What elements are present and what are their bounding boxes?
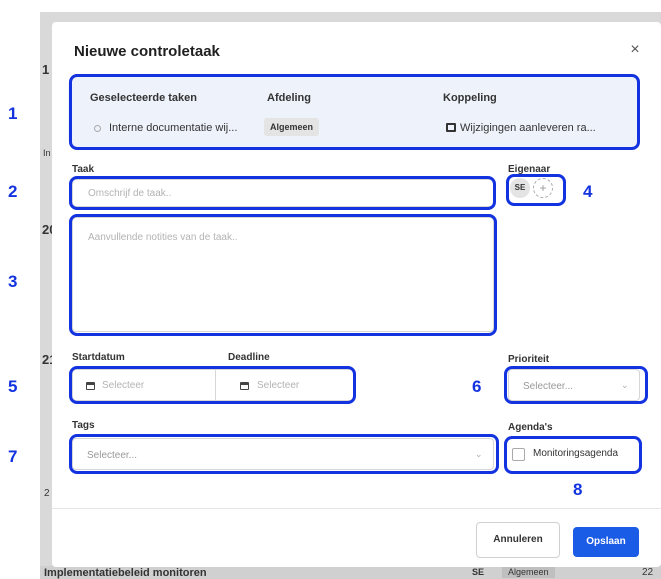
link-value: Wijzigingen aanleveren ra... [460, 122, 596, 134]
bg-row-initials: SE [472, 567, 485, 577]
footer-divider [52, 508, 661, 509]
annotation-number-7: 7 [8, 447, 18, 466]
chevron-down-icon: ⌄ [475, 449, 483, 459]
annotation-number-4: 4 [583, 182, 593, 201]
department-label: Afdeling [267, 92, 311, 104]
start-date-input[interactable]: Selecteer [102, 380, 144, 391]
owner-label: Eigenaar [508, 164, 551, 175]
selected-task-value: Interne documentatie wij... [109, 122, 238, 134]
calendar-icon [86, 382, 95, 390]
bg-fragment: In [43, 148, 51, 158]
bg-row-chip: Algemeen [502, 566, 555, 578]
link-label: Koppeling [443, 92, 497, 104]
background-footer-row: Implementatiebeleid monitoren SE Algemee… [40, 566, 661, 579]
notes-placeholder: Aanvullende notities van de taak.. [88, 232, 238, 243]
start-date-label: Startdatum [72, 352, 125, 363]
annotation-number-1: 1 [8, 104, 18, 123]
tags-label: Tags [72, 420, 95, 431]
agendas-label: Agenda's [508, 422, 553, 433]
priority-placeholder: Selecteer... [523, 381, 574, 392]
annotation-number-2: 2 [8, 182, 18, 201]
selection-info-panel: Geselecteerde taken Interne documentatie… [68, 76, 639, 148]
task-input[interactable]: Omschrijf de taak.. [72, 179, 494, 207]
bg-row-title: Implementatiebeleid monitoren [44, 567, 207, 579]
owner-avatar[interactable]: SE [510, 178, 530, 198]
priority-label: Prioriteit [508, 354, 550, 365]
deadline-input[interactable]: Selecteer [257, 380, 299, 391]
bg-row-number: 22 [642, 567, 654, 578]
priority-select[interactable]: Selecteer... ⌄ [508, 369, 640, 401]
monitoring-agenda-label: Monitoringsagenda [533, 448, 619, 459]
deadline-label: Deadline [228, 352, 270, 363]
add-owner-icon[interactable]: + [533, 178, 553, 198]
tags-select[interactable]: Selecteer... ⌄ [72, 438, 494, 470]
department-chip: Algemeen [264, 118, 320, 136]
chevron-down-icon: ⌄ [621, 380, 629, 390]
selected-tasks-label: Geselecteerde taken [90, 92, 198, 104]
save-button[interactable]: Opslaan [573, 527, 639, 557]
new-control-task-modal: Nieuwe controletaak × Geselecteerde take… [52, 22, 661, 567]
bg-fragment: 2 [44, 488, 50, 499]
modal-title: Nieuwe controletaak [74, 43, 220, 60]
annotation-number-5: 5 [8, 377, 18, 396]
bg-fragment: 1 [42, 62, 50, 77]
inbox-icon [446, 123, 456, 132]
annotation-number-6: 6 [472, 377, 482, 396]
tags-placeholder: Selecteer... [87, 450, 138, 461]
cancel-button[interactable]: Annuleren [476, 522, 560, 558]
task-placeholder: Omschrijf de taak.. [88, 188, 172, 199]
annotation-number-8: 8 [573, 480, 583, 499]
selected-task-item: Interne documentatie wij... [94, 122, 237, 134]
monitoring-agenda-checkbox[interactable] [512, 448, 525, 461]
task-status-icon [94, 124, 101, 132]
annotation-number-3: 3 [8, 272, 18, 291]
task-label: Taak [72, 164, 95, 175]
date-divider [215, 370, 216, 400]
notes-textarea[interactable]: Aanvullende notities van de taak.. [72, 217, 494, 332]
close-icon[interactable]: × [625, 40, 645, 60]
calendar-icon [240, 382, 249, 390]
